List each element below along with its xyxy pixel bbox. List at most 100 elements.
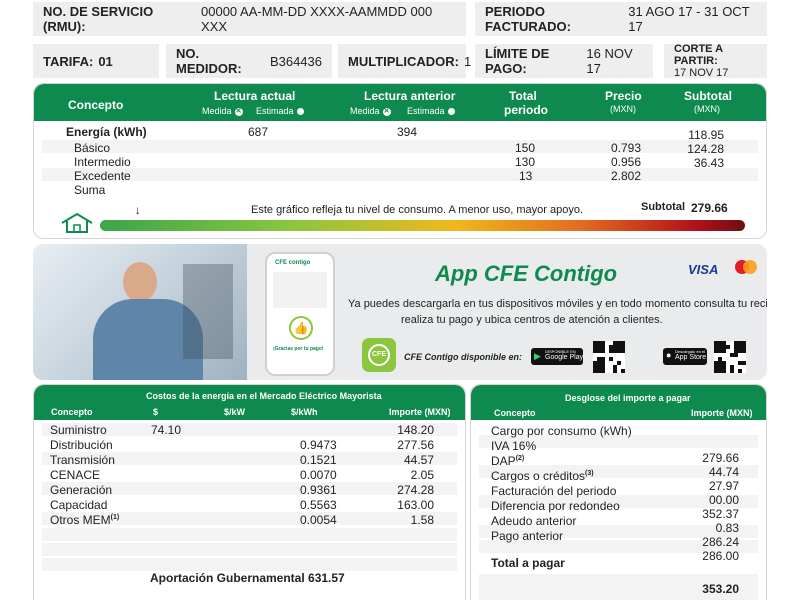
costos-header: Costos de la energía en el Mercado Eléct… bbox=[34, 385, 465, 420]
costos-title: Costos de la energía en el Mercado Eléct… bbox=[146, 391, 382, 401]
google-big: Google Play bbox=[545, 354, 584, 361]
row-basico-total: 150 bbox=[515, 141, 536, 155]
col-concepto: Concepto bbox=[68, 98, 124, 112]
google-play-badge[interactable]: ▶ DISPONIBLE EN Google Play bbox=[531, 348, 583, 365]
col-anterior-estimada: Estimada bbox=[407, 106, 455, 116]
costos-row-label: Distribución bbox=[50, 438, 113, 452]
corte-value: 17 NOV 17 bbox=[674, 67, 729, 79]
tarifa-value: 01 bbox=[98, 53, 113, 69]
costos-col-dollar: $ bbox=[153, 407, 159, 417]
consumo-panel: Concepto Lectura actual Medida ✕ Estimada… bbox=[33, 83, 767, 239]
phone-title: CFE contigo bbox=[275, 260, 311, 266]
total-pagar-value: 353.20 bbox=[702, 582, 739, 596]
costos-row-importe: 274.28 bbox=[397, 483, 434, 497]
costos-row-importe: 277.56 bbox=[397, 438, 434, 452]
costos-col-importe: Importe (MXN) bbox=[389, 407, 451, 417]
row-stripe bbox=[42, 543, 457, 556]
col-subtotal: Subtotal bbox=[684, 89, 732, 103]
col-periodo: periodo bbox=[504, 103, 548, 117]
col-precio-unit: (MXN) bbox=[610, 104, 636, 114]
row-stripe bbox=[42, 558, 457, 571]
col-anterior-medida: Medida ✕ bbox=[350, 106, 391, 116]
desglose-row-label: Cargo por consumo (kWh) bbox=[491, 424, 632, 438]
costos-panel: Costos de la energía en el Mercado Eléct… bbox=[33, 384, 466, 600]
limite-label: LÍMITE DE PAGO: bbox=[485, 46, 550, 76]
costos-row-kwh: 0.1521 bbox=[300, 453, 337, 467]
subtotal-1: 118.95 bbox=[688, 128, 724, 142]
subtotal-3: 36.43 bbox=[693, 156, 724, 170]
col-lectura-actual: Lectura actual bbox=[214, 89, 296, 103]
desglose-value: 279.66 bbox=[702, 451, 739, 465]
house-icon bbox=[61, 212, 93, 233]
row-stripe bbox=[42, 140, 758, 153]
desglose-row-label: IVA 16% bbox=[491, 439, 537, 453]
row-intermedio-total: 130 bbox=[515, 155, 536, 169]
energia-anterior: 394 bbox=[397, 125, 418, 139]
costos-row-label: Capacidad bbox=[50, 498, 108, 512]
costos-row-kwh: 0.9473 bbox=[300, 438, 337, 452]
gauge-marker-icon: ↓ bbox=[134, 203, 141, 217]
row-excedente-label: Excedente bbox=[74, 169, 131, 183]
thumbs-up-icon: 👍 bbox=[289, 316, 313, 340]
multiplicador-value: 1 bbox=[463, 53, 472, 69]
total-pagar-label: Total a pagar bbox=[491, 556, 565, 570]
costos-row-label: Transmisión bbox=[50, 453, 115, 467]
desglose-row-label: Cargos o créditos(3) bbox=[491, 469, 594, 483]
costos-row-kwh: 0.0054 bbox=[300, 513, 337, 527]
costos-row-importe: 148.20 bbox=[397, 423, 434, 437]
promo-text-1: Ya puedes descargarla en tus dispositivo… bbox=[348, 298, 767, 310]
row-stripe bbox=[42, 528, 457, 541]
app-store-badge[interactable]: ● Descárgalo en el App Store bbox=[663, 348, 707, 365]
x-circle-icon: ✕ bbox=[382, 107, 391, 116]
tarifa-label: TARIFA: bbox=[43, 53, 94, 69]
costos-col-kw: $/kW bbox=[224, 407, 246, 417]
mastercard-logo bbox=[735, 260, 757, 274]
periodo-box: PERIODO FACTURADO: 31 AGO 17 - 31 OCT 17 bbox=[475, 2, 767, 36]
costos-row-importe: 44.57 bbox=[403, 453, 434, 467]
disponible-text: CFE Contigo disponible en: bbox=[404, 352, 522, 362]
multiplicador-label: MULTIPLICADOR: bbox=[348, 53, 459, 69]
corte-box: CORTE A PARTIR: 17 NOV 17 bbox=[664, 43, 767, 79]
medidor-value: B364436 bbox=[269, 53, 322, 69]
tarifa-box: TARIFA: 01 bbox=[33, 44, 159, 78]
energia-label: Energía (kWh) bbox=[66, 125, 147, 139]
apple-icon: ● bbox=[666, 350, 672, 360]
col-actual-medida: Medida ✕ bbox=[202, 106, 243, 116]
multiplicador-box: MULTIPLICADOR: 1 bbox=[338, 44, 471, 78]
costos-row-importe: 163.00 bbox=[397, 498, 434, 512]
row-stripe bbox=[42, 168, 758, 181]
desglose-col-importe: Importe (MXN) bbox=[691, 408, 753, 418]
limite-value: 16 NOV 17 bbox=[586, 46, 633, 76]
row-intermedio-precio: 0.956 bbox=[611, 155, 642, 169]
qr-code-icon bbox=[714, 341, 746, 373]
col-total: Total bbox=[509, 89, 537, 103]
servicio-box: NO. DE SERVICIO (RMU): 00000 AA-MM-DD XX… bbox=[33, 2, 466, 36]
apple-big: App Store bbox=[675, 354, 707, 361]
medidor-box: NO. MEDIDOR: B364436 bbox=[166, 44, 332, 78]
costos-row-kwh: 0.5563 bbox=[300, 498, 337, 512]
costos-row-label: Generación bbox=[50, 483, 113, 497]
footnote-1: (1) bbox=[110, 514, 120, 521]
col-precio: Precio bbox=[605, 89, 642, 103]
limite-box: LÍMITE DE PAGO: 16 NOV 17 bbox=[475, 44, 653, 78]
desglose-value: 0.83 bbox=[715, 521, 739, 535]
desglose-value: 352.37 bbox=[702, 507, 739, 521]
desglose-title: Desglose del importe a pagar bbox=[565, 393, 691, 403]
servicio-value: 00000 AA-MM-DD XXXX-AAMMDD 000 XXX bbox=[201, 4, 433, 34]
desglose-row-label: Adeudo anterior bbox=[491, 514, 577, 528]
desglose-value: 286.24 bbox=[702, 535, 739, 549]
circle-icon bbox=[296, 108, 304, 116]
costos-col-kwh: $/kWh bbox=[291, 407, 318, 417]
desglose-row-label: DAP(2) bbox=[491, 454, 525, 468]
row-suma-label: Suma bbox=[74, 183, 106, 197]
desglose-value: 00.00 bbox=[708, 493, 739, 507]
promo-text-2: realiza tu pago y ubica centros de atenc… bbox=[401, 314, 663, 326]
desglose-header: Desglose del importe a pagar Concepto Im… bbox=[471, 385, 766, 420]
cfe-logo: CFE bbox=[368, 344, 390, 366]
costos-col-concepto: Concepto bbox=[51, 407, 93, 417]
desglose-row-label: Diferencia por redondeo bbox=[491, 499, 620, 513]
desglose-value: 44.74 bbox=[708, 465, 739, 479]
desglose-value: 286.00 bbox=[702, 549, 739, 563]
medidor-label: NO. MEDIDOR: bbox=[176, 46, 242, 76]
corte-label: CORTE A PARTIR: bbox=[674, 43, 723, 67]
